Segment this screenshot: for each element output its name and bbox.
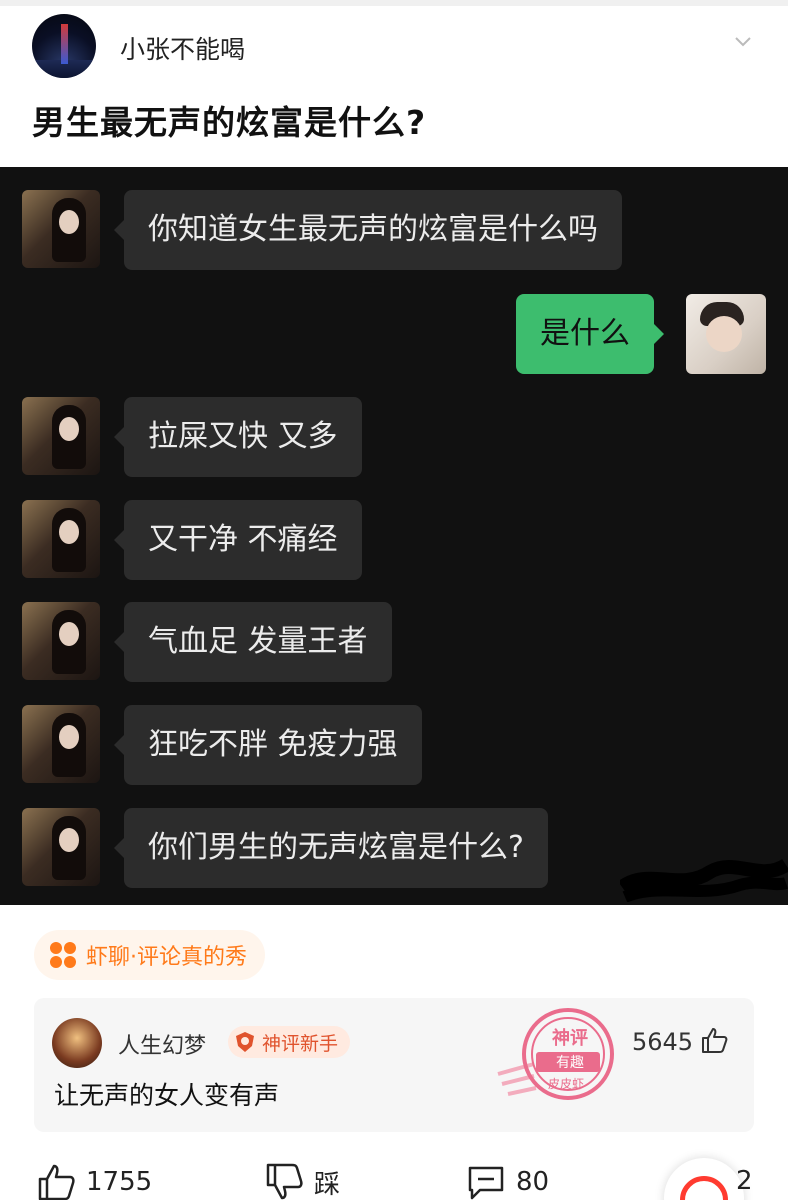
redaction-scribble	[620, 858, 788, 902]
thumbs-up-icon	[38, 1164, 75, 1200]
chat-bubble: 又干净 不痛经	[114, 500, 362, 580]
like-button[interactable]: 1755	[36, 1162, 152, 1200]
refresh-icon	[680, 1176, 728, 1200]
comment-like-count: 5645	[632, 1028, 694, 1056]
avatar-tower	[61, 24, 68, 64]
stamp-line-3: 皮皮虾	[548, 1077, 584, 1091]
boy-avatar	[686, 294, 766, 374]
commenter-badge: 神评新手	[228, 1026, 351, 1058]
chat-bubble-sent: 是什么	[516, 294, 664, 374]
girl-avatar	[22, 500, 100, 578]
commenter-name[interactable]: 人生幻梦	[118, 1028, 206, 1060]
comment-count: 80	[516, 1167, 550, 1197]
thumbs-down-icon	[266, 1163, 303, 1200]
girl-avatar	[22, 602, 100, 680]
comment-bubble-icon	[468, 1166, 504, 1200]
girl-avatar	[22, 190, 100, 268]
shenping-stamp-logo: 神评 有趣 皮皮虾	[497, 1008, 614, 1100]
comment-button[interactable]: 80	[466, 1162, 549, 1200]
topic-tag-label: 虾聊·评论真的秀	[86, 945, 247, 970]
girl-avatar	[22, 705, 100, 783]
comment-text: 让无声的女人变有声	[54, 1081, 280, 1110]
chat-message	[22, 808, 100, 886]
girl-avatar	[22, 397, 100, 475]
chat-message	[22, 705, 100, 783]
post-title: 男生最无声的炫富是什么?	[32, 103, 427, 142]
chat-bubble: 拉屎又快 又多	[114, 397, 362, 477]
author-name[interactable]: 小张不能喝	[120, 30, 245, 66]
dislike-button[interactable]: 踩	[264, 1162, 340, 1200]
commenter-avatar[interactable]	[52, 1018, 102, 1068]
dots-grid-icon	[50, 942, 76, 968]
chat-message	[22, 602, 100, 680]
chat-message	[22, 397, 100, 475]
stamp-line-1: 神评	[552, 1027, 588, 1049]
like-count: 1755	[86, 1167, 153, 1197]
chat-bubble: 气血足 发量王者	[114, 602, 392, 682]
chat-bubble: 你们男生的无声炫富是什么?	[114, 808, 548, 888]
chat-bubble: 你知道女生最无声的炫富是什么吗	[114, 190, 622, 270]
author-avatar[interactable]	[32, 14, 96, 78]
badge-shield-icon	[236, 1032, 254, 1052]
badge-label: 神评新手	[262, 1032, 339, 1055]
top-comment[interactable]: 人生幻梦 神评新手 5645 让无声的女人变有声	[34, 998, 754, 1132]
chevron-down-icon[interactable]	[733, 32, 753, 52]
girl-avatar	[22, 808, 100, 886]
stamp-line-2: 有趣	[556, 1055, 584, 1071]
thumbs-up-icon[interactable]	[700, 1026, 728, 1054]
chat-screenshot[interactable]: 你知道女生最无声的炫富是什么吗 是什么 拉屎又快 又多 又干净 不痛经 气血足 …	[0, 167, 788, 905]
chat-bubble: 狂吃不胖 免疫力强	[114, 705, 422, 785]
dislike-label: 踩	[314, 1169, 341, 1200]
chat-message	[22, 500, 100, 578]
chat-message	[22, 190, 100, 268]
chat-message	[686, 294, 766, 374]
share-count-partial: 2	[736, 1166, 753, 1196]
post-header: 小张不能喝	[0, 6, 788, 82]
topic-tag[interactable]: 虾聊·评论真的秀	[34, 930, 265, 980]
